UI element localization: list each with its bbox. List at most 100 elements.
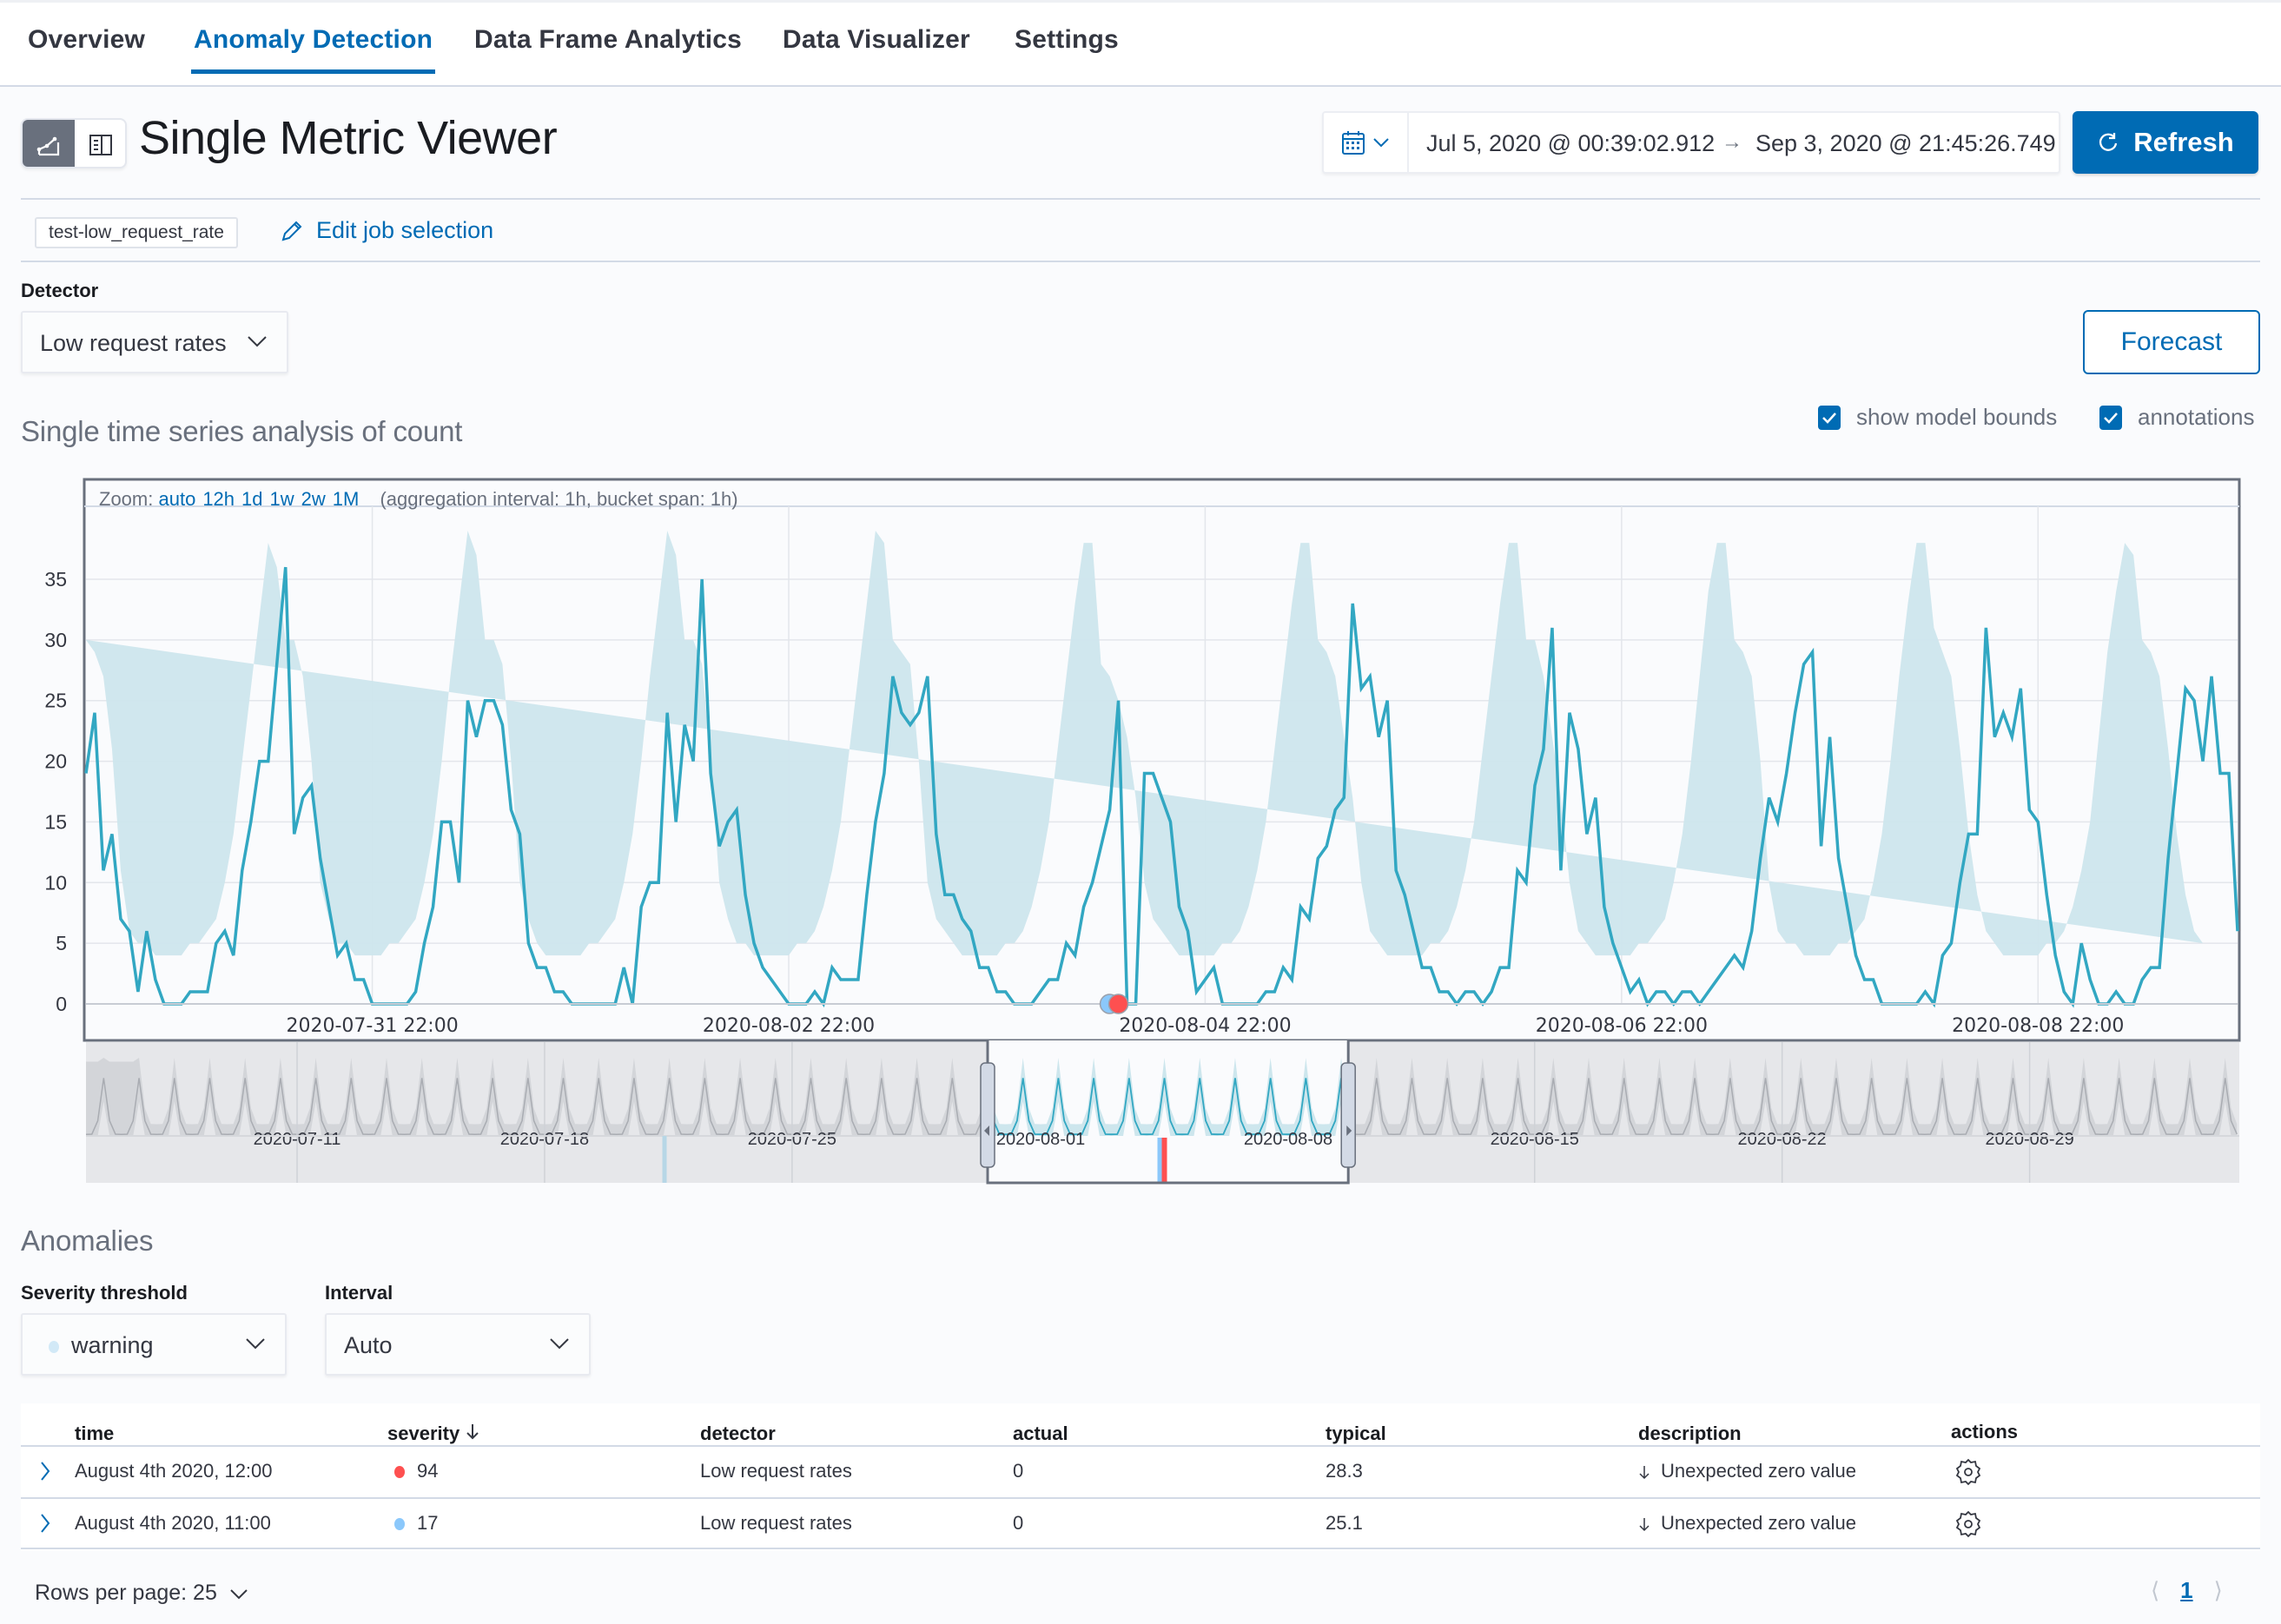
- zoom-auto[interactable]: auto: [158, 488, 195, 510]
- arrow-down-icon: [1639, 1518, 1650, 1532]
- zoom-2w[interactable]: 2w: [301, 488, 326, 510]
- severity-text: warning: [71, 1332, 154, 1358]
- pagination: ⟨ 1 ⟩: [2151, 1577, 2223, 1604]
- severity-threshold-select[interactable]: warning: [21, 1313, 287, 1376]
- context-tick-label: 2020-08-01: [996, 1130, 1085, 1149]
- cell-typical: 25.1: [1326, 1512, 1363, 1534]
- time-series-chart[interactable]: 0 5 10 15 20 25 30 35 2020-07-31 22:00 2020-08-02…: [0, 469, 2281, 1198]
- brush-handle-right[interactable]: [1340, 1062, 1356, 1168]
- arrow-right-icon: →: [1722, 130, 1742, 154]
- next-page-icon[interactable]: ⟩: [2214, 1577, 2223, 1604]
- chevron-right-icon[interactable]: [38, 1511, 52, 1535]
- cell-actual: 0: [1013, 1460, 1024, 1482]
- tab-data-frame-analytics[interactable]: Data Frame Analytics: [474, 25, 742, 55]
- anomalies-title: Anomalies: [21, 1225, 154, 1257]
- edit-job-selection-link[interactable]: Edit job selection: [280, 217, 493, 244]
- swimlane-marker-critical: [1161, 1138, 1167, 1183]
- cell-actual: 0: [1013, 1512, 1024, 1534]
- detector-value: Low request rates: [40, 330, 227, 356]
- swimlane-marker-low: [1157, 1138, 1162, 1183]
- date-picker: Jul 5, 2020 @ 00:39:02.912 → Sep 3, 2020…: [1322, 111, 2060, 174]
- quick-select-button[interactable]: [1324, 113, 1409, 172]
- column-header-actions: actions: [1951, 1421, 2019, 1442]
- severity-value: warning: [49, 1332, 154, 1359]
- previous-page-icon[interactable]: ⟨: [2151, 1577, 2159, 1604]
- cell-typical: 28.3: [1326, 1460, 1363, 1482]
- top-nav: Overview Anomaly Detection Data Frame An…: [0, 0, 2281, 87]
- column-header-actual[interactable]: actual: [1013, 1423, 1068, 1445]
- zoom-prefix: Zoom:: [99, 488, 154, 510]
- context-tick-label: 2020-08-29: [1985, 1130, 2073, 1149]
- context-tick-label: 2020-07-25: [748, 1130, 836, 1149]
- description-text: Unexpected zero value: [1661, 1512, 1857, 1534]
- start-date[interactable]: Jul 5, 2020 @ 00:39:02.912: [1426, 130, 1715, 157]
- brush-handle-left[interactable]: [980, 1062, 995, 1168]
- detector-label: Detector: [21, 280, 99, 301]
- severity-threshold-label: Severity threshold: [21, 1282, 188, 1304]
- checkbox-checked-icon: [1818, 405, 1841, 430]
- refresh-button[interactable]: Refresh: [2073, 111, 2258, 174]
- swimlane-marker: [662, 1136, 667, 1183]
- context-tick-label: 2020-08-15: [1491, 1130, 1579, 1149]
- tab-anomaly-detection[interactable]: Anomaly Detection: [190, 25, 436, 74]
- rows-per-page-label: Rows per page: 25: [35, 1581, 217, 1605]
- rows-per-page-select[interactable]: Rows per page: 25: [35, 1581, 248, 1606]
- annotations-label: annotations: [2138, 404, 2255, 430]
- cell-detector: Low request rates: [700, 1460, 852, 1482]
- chart-line-icon: [36, 136, 60, 156]
- zoom-1w[interactable]: 1w: [270, 488, 294, 510]
- cell-severity: 94: [394, 1460, 438, 1482]
- anomaly-explorer-toggle[interactable]: [75, 120, 125, 167]
- context-tick-label: 2020-07-11: [254, 1130, 341, 1149]
- table-row: August 4th 2020, 12:00 94 Low request ra…: [21, 1445, 2260, 1497]
- gear-icon[interactable]: [1954, 1457, 1982, 1487]
- single-metric-viewer-toggle[interactable]: [23, 120, 75, 167]
- severity-critical-dot-icon: [394, 1466, 405, 1479]
- tab-overview[interactable]: Overview: [28, 25, 145, 55]
- column-header-detector[interactable]: detector: [700, 1423, 776, 1445]
- anomaly-marker: [1107, 994, 1129, 1014]
- zoom-1m[interactable]: 1M: [333, 488, 360, 510]
- x-tick-label: 2020-08-02 22:00: [703, 1015, 875, 1037]
- y-tick-label: 35: [44, 568, 67, 591]
- job-badge: test-low_request_rate: [35, 217, 238, 248]
- tab-settings[interactable]: Settings: [1015, 25, 1119, 55]
- interval-value: Auto: [344, 1332, 393, 1358]
- interval-select[interactable]: Auto: [325, 1313, 591, 1376]
- zoom-12h[interactable]: 12h: [202, 488, 235, 510]
- arrow-down-icon: [1639, 1466, 1650, 1480]
- chart-title: Single time series analysis of count: [21, 415, 463, 447]
- x-tick-label: 2020-08-06 22:00: [1536, 1015, 1708, 1037]
- zoom-1d[interactable]: 1d: [241, 488, 262, 510]
- column-header-severity[interactable]: severity: [387, 1423, 480, 1445]
- detector-select[interactable]: Low request rates: [21, 311, 288, 373]
- column-header-time[interactable]: time: [75, 1423, 114, 1445]
- annotations-checkbox[interactable]: annotations: [2099, 404, 2254, 431]
- gear-icon[interactable]: [1954, 1509, 1982, 1539]
- show-model-bounds-checkbox[interactable]: show model bounds: [1818, 404, 2057, 431]
- severity-score: 94: [417, 1460, 439, 1482]
- column-header-typical[interactable]: typical: [1326, 1423, 1386, 1445]
- y-tick-label: 20: [44, 750, 67, 773]
- chevron-down-icon: [1373, 138, 1389, 148]
- page-1-link[interactable]: 1: [2180, 1577, 2192, 1604]
- cell-severity: 17: [394, 1512, 438, 1535]
- chevron-down-icon: [246, 1338, 265, 1350]
- y-tick-label: 5: [56, 932, 67, 954]
- anomalies-table: time severity detector actual typical de…: [21, 1403, 2260, 1551]
- chevron-right-icon[interactable]: [38, 1459, 52, 1483]
- interval-label: Interval: [325, 1282, 393, 1304]
- severity-low-dot-icon: [394, 1518, 405, 1531]
- show-model-bounds-label: show model bounds: [1856, 404, 2058, 430]
- column-header-description[interactable]: description: [1638, 1423, 1742, 1445]
- tab-data-visualizer[interactable]: Data Visualizer: [783, 25, 970, 55]
- edit-job-label: Edit job selection: [316, 217, 494, 243]
- y-tick-label: 15: [44, 810, 67, 833]
- sort-descending-icon: [466, 1424, 479, 1440]
- cell-time: August 4th 2020, 11:00: [75, 1512, 271, 1534]
- x-tick-label: 2020-08-04 22:00: [1119, 1015, 1291, 1037]
- x-tick-label: 2020-07-31 22:00: [286, 1015, 458, 1037]
- page-title: Single Metric Viewer: [139, 112, 558, 164]
- forecast-button[interactable]: Forecast: [2083, 310, 2260, 374]
- end-date[interactable]: Sep 3, 2020 @ 21:45:26.749: [1755, 130, 2056, 157]
